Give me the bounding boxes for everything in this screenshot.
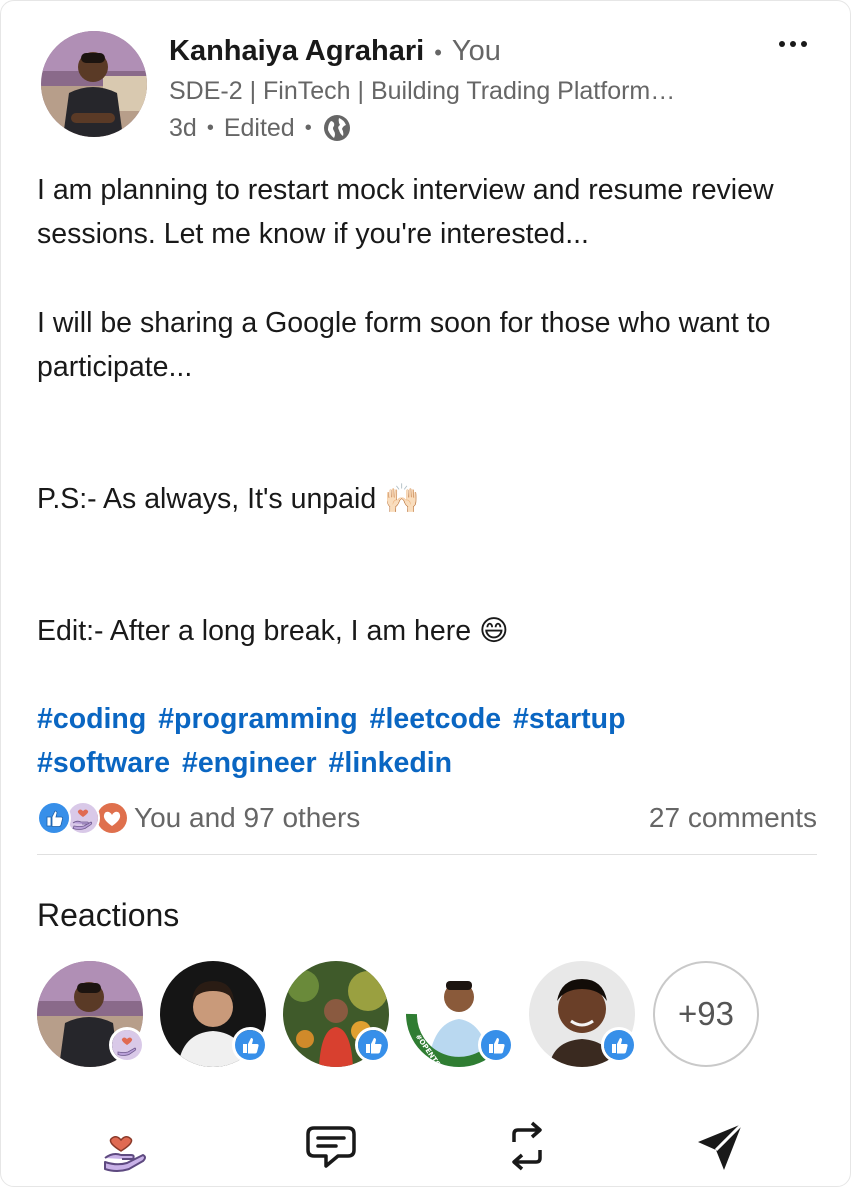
separator-dot: • [434, 40, 442, 65]
social-counts: You and 97 others 27 comments [37, 799, 817, 839]
hashtag-link[interactable]: #coding [37, 703, 146, 735]
hashtag-link[interactable]: #programming [158, 703, 358, 735]
post-paragraph-4: Edit:- After a long break, I am here 😄 [37, 615, 509, 647]
reaction-icons[interactable] [37, 801, 133, 835]
reactions-count[interactable]: You and 97 others [134, 802, 360, 834]
avatar-reactor-3[interactable] [283, 961, 391, 1067]
post-age: 3d [169, 113, 197, 142]
edited-label: Edited [223, 113, 295, 142]
globe-icon [322, 113, 352, 143]
hashtags: #coding #programming #leetcode #startup … [37, 697, 817, 785]
support-reaction-icon [99, 1122, 155, 1177]
more-dot [790, 41, 796, 47]
more-dot [801, 41, 807, 47]
relation-label: You [451, 35, 501, 67]
comment-button[interactable] [301, 1121, 361, 1177]
author-line: Kanhaiya Agrahari • You [169, 35, 501, 68]
author-avatar[interactable] [41, 31, 147, 137]
author-headline: SDE-2 | FinTech | Building Trading Platf… [169, 77, 676, 105]
post-paragraph-2: I will be sharing a Google form soon for… [37, 307, 771, 383]
avatar-kanhaiya[interactable] [37, 961, 145, 1067]
avatar-reactor-5[interactable] [529, 961, 637, 1067]
separator-dot: • [206, 116, 214, 139]
separator-dot: • [304, 116, 312, 139]
like-icon [601, 1027, 637, 1063]
avatar-reactor-4[interactable]: #OPENTOWORK [406, 961, 514, 1067]
post-meta: 3d • Edited • [169, 113, 352, 143]
love-icon [95, 801, 129, 835]
support-icon [109, 1027, 145, 1063]
like-icon [37, 801, 71, 835]
more-dot [779, 41, 785, 47]
support-icon [66, 801, 100, 835]
like-icon [232, 1027, 268, 1063]
more-reactors-button[interactable]: +93 [653, 961, 759, 1067]
post-card: Kanhaiya Agrahari • You SDE-2 | FinTech … [0, 0, 851, 1187]
hashtag-link[interactable]: #startup [513, 703, 625, 735]
hashtag-link[interactable]: #software [37, 747, 170, 779]
avatar-reactor-2[interactable] [160, 961, 268, 1067]
hashtag-link[interactable]: #leetcode [370, 703, 501, 735]
more-options-button[interactable] [771, 29, 815, 59]
comments-count[interactable]: 27 comments [649, 802, 817, 834]
reactions-title: Reactions [37, 897, 180, 933]
post-paragraph-3: P.S:- As always, It's unpaid 🙌🏻 [37, 483, 420, 515]
like-icon [478, 1027, 514, 1063]
repost-icon [502, 1120, 552, 1179]
repost-button[interactable] [497, 1121, 557, 1177]
send-icon [694, 1120, 748, 1179]
support-reaction-button[interactable] [97, 1121, 157, 1177]
send-button[interactable] [691, 1121, 751, 1177]
divider [37, 854, 817, 855]
hashtag-link[interactable]: #engineer [182, 747, 317, 779]
author-name[interactable]: Kanhaiya Agrahari [169, 35, 424, 68]
hashtag-link[interactable]: #linkedin [329, 747, 453, 779]
post-paragraph-1: I am planning to restart mock interview … [37, 174, 774, 250]
like-icon [355, 1027, 391, 1063]
comment-icon [304, 1122, 358, 1177]
